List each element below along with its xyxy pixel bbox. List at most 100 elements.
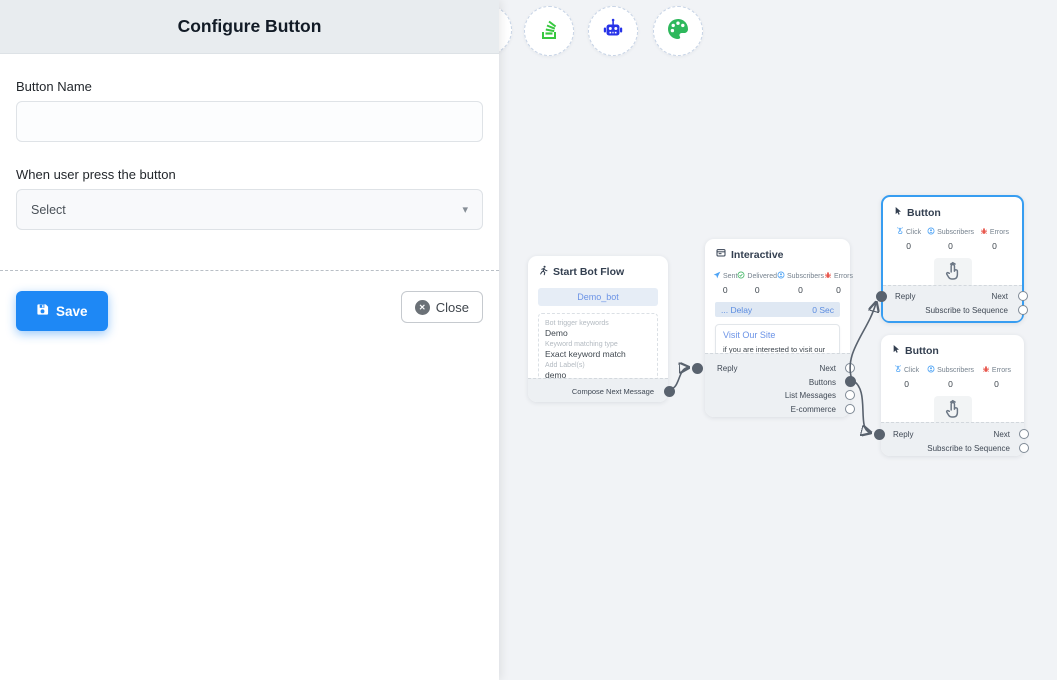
stat-value: 0 <box>980 241 1009 251</box>
button-name-label: Button Name <box>16 79 483 94</box>
compose-output-port[interactable] <box>664 386 675 397</box>
stat-value: 0 <box>824 285 853 295</box>
subscriber-icon <box>777 271 785 281</box>
reply-input-port[interactable] <box>874 429 885 440</box>
configure-button-panel: Configure Button Button Name When user p… <box>0 0 499 680</box>
stat-subscribers: Subscribers 0 <box>927 227 974 251</box>
delay-bar[interactable]: ... Delay 0 Sec <box>715 302 840 317</box>
press-action-select[interactable]: Select ▾ <box>16 189 483 230</box>
stat-value: 0 <box>927 379 974 389</box>
field-label: Keyword matching type <box>545 341 651 348</box>
reply-label: Reply <box>893 430 913 439</box>
cursor-icon <box>894 206 902 219</box>
button-name-input[interactable] <box>16 101 483 142</box>
save-button-label: Save <box>56 304 88 319</box>
message-card-icon <box>716 248 726 261</box>
check-circle-icon <box>737 271 745 281</box>
stat-sent: Sent 0 <box>713 271 737 295</box>
message-title: Visit Our Site <box>723 330 832 340</box>
port-label-next: Next <box>992 292 1008 301</box>
hand-pointer-icon <box>942 261 964 285</box>
robot-icon <box>600 16 626 47</box>
chevron-down-icon: ▾ <box>462 203 468 216</box>
button2-node-footer: Reply Next Subscribe to Sequence <box>881 422 1024 456</box>
field-label: Add Label(s) <box>545 362 651 369</box>
next-output-port[interactable] <box>1018 291 1028 301</box>
bot-name-badge: Demo_bot <box>538 288 658 306</box>
buttons-output-port[interactable] <box>845 376 856 387</box>
interactive-node-title: Interactive <box>731 249 784 261</box>
interactive-stats: Sent 0 Delivered 0 Subscribers <box>705 265 850 295</box>
close-circle-icon: ✕ <box>415 300 430 315</box>
stat-value: 0 <box>713 285 737 295</box>
subscriber-icon <box>927 365 935 375</box>
stat-value: 0 <box>896 241 921 251</box>
stat-click: Click 0 <box>896 227 921 251</box>
stat-label: Subscribers <box>937 229 974 236</box>
stat-label: Errors <box>990 229 1009 236</box>
stat-value: 0 <box>737 285 777 295</box>
close-button-label: Close <box>436 300 469 315</box>
reply-input-port[interactable] <box>876 291 887 302</box>
stat-errors: Errors 0 <box>824 271 853 295</box>
divider <box>0 270 499 271</box>
stat-label: Errors <box>992 367 1011 374</box>
page-title: Configure Button <box>178 16 322 37</box>
list-messages-output-port[interactable] <box>845 390 855 400</box>
node-start-bot-flow[interactable]: Start Bot Flow Demo_bot Bot trigger keyw… <box>528 256 668 402</box>
button2-stats: Click 0 Subscribers 0 Errors <box>881 361 1024 389</box>
port-label-next: Next <box>820 364 836 373</box>
button1-stats: Click 0 Subscribers 0 Errors <box>883 223 1022 251</box>
next-output-port[interactable] <box>845 363 855 373</box>
node-button-second[interactable]: Button Click 0 Subscribers <box>881 335 1024 456</box>
stat-label: Sent <box>723 273 737 280</box>
interactive-node-header: Interactive <box>705 239 850 265</box>
stat-value: 0 <box>982 379 1011 389</box>
subscriber-icon <box>927 227 935 237</box>
cursor-icon <box>892 344 900 357</box>
compose-next-message-label: Compose Next Message <box>572 387 654 396</box>
delay-value: 0 Sec <box>812 305 834 315</box>
subscribe-output-port[interactable] <box>1019 443 1029 453</box>
save-button[interactable]: Save <box>16 291 108 331</box>
stat-label: Click <box>904 367 919 374</box>
toolbar-stack-button[interactable] <box>524 6 574 56</box>
stack-icon <box>536 16 562 47</box>
node-button-selected[interactable]: Button Click 0 Subscribers <box>881 195 1024 323</box>
button2-node-header: Button <box>881 335 1024 361</box>
press-action-label: When user press the button <box>16 167 483 182</box>
bug-icon <box>980 227 988 237</box>
next-output-port[interactable] <box>1019 429 1029 439</box>
stat-subscribers: Subscribers 0 <box>927 365 974 389</box>
close-button[interactable]: ✕ Close <box>401 291 483 323</box>
toolbar-palette-button[interactable] <box>653 6 703 56</box>
stat-click: Click 0 <box>894 365 919 389</box>
field-value: Demo <box>545 328 651 338</box>
node-interactive[interactable]: Interactive Sent 0 Delivered <box>705 239 850 417</box>
toolbar-robot-button[interactable] <box>588 6 638 56</box>
reply-input-port[interactable] <box>692 363 703 374</box>
port-label-ecommerce: E-commerce <box>791 405 836 414</box>
palette-icon <box>665 16 691 47</box>
port-label-subscribe: Subscribe to Sequence <box>925 306 1008 315</box>
hand-click-icon <box>894 365 902 375</box>
edge-buttons-to-button2 <box>852 380 870 433</box>
interactive-node-footer: Reply Next Buttons List Messages E-comme… <box>705 353 850 417</box>
panel-body: Button Name When user press the button S… <box>0 79 499 331</box>
subscribe-output-port[interactable] <box>1018 305 1028 315</box>
stat-delivered: Delivered 0 <box>737 271 777 295</box>
start-node-header: Start Bot Flow <box>528 256 668 283</box>
button2-node-title: Button <box>905 345 939 357</box>
floppy-disk-icon <box>36 303 49 319</box>
edge-compose-to-interactive <box>670 368 688 390</box>
reply-label: Reply <box>895 292 915 301</box>
stat-label: Errors <box>834 273 853 280</box>
reply-label: Reply <box>717 364 737 373</box>
stat-label: Click <box>906 229 921 236</box>
button1-node-title: Button <box>907 207 941 219</box>
ecommerce-output-port[interactable] <box>845 404 855 414</box>
stat-value: 0 <box>777 285 824 295</box>
stat-errors: Errors 0 <box>982 365 1011 389</box>
stat-value: 0 <box>894 379 919 389</box>
button1-hand-box <box>934 258 972 288</box>
